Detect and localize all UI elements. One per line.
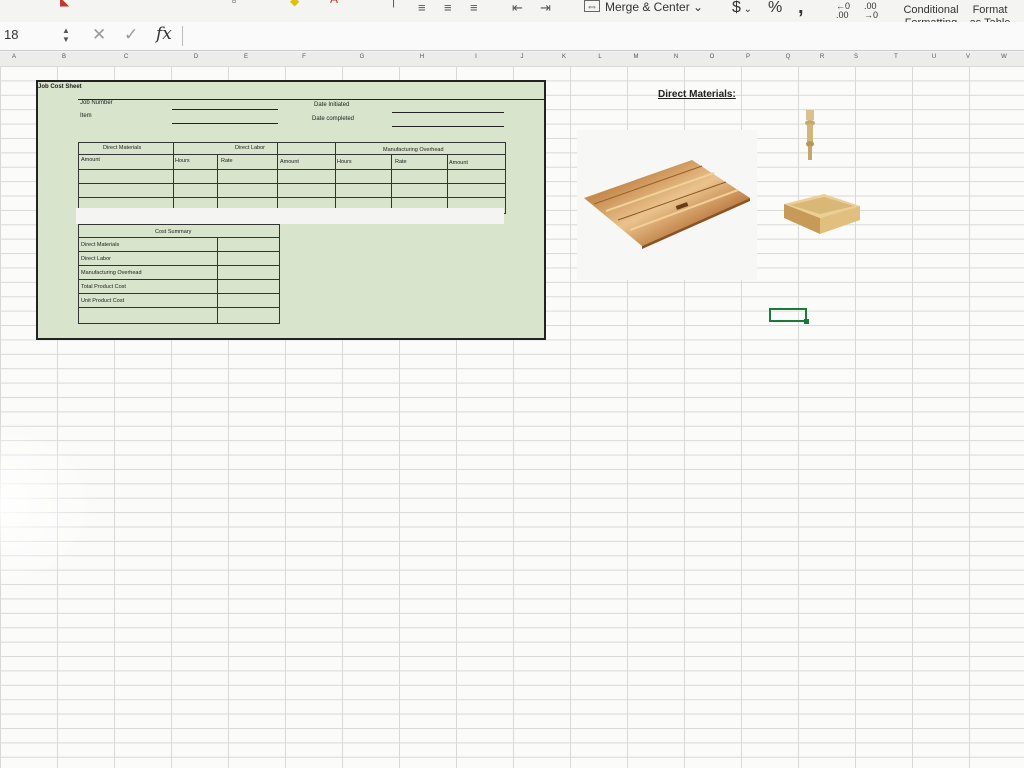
column-header-cell: Amount bbox=[81, 157, 100, 163]
table-leg-image[interactable] bbox=[801, 110, 819, 162]
job-cost-sheet: Job Cost Sheet Job Number Item Date Init… bbox=[36, 80, 546, 340]
summary-row-label: Unit Product Cost bbox=[81, 298, 125, 304]
column-header-cell: Hours bbox=[337, 159, 352, 165]
merge-center-button[interactable]: Merge & Center ⌄ bbox=[605, 0, 703, 14]
align-right-icon[interactable]: ≡ bbox=[470, 0, 478, 15]
screen-glare bbox=[0, 420, 100, 590]
butcher-block-board-image[interactable] bbox=[582, 158, 754, 250]
decrease-indent-icon[interactable]: ⇤ bbox=[512, 0, 523, 16]
manufacturing-overhead-group-header: Manufacturing Overhead bbox=[383, 147, 444, 153]
column-header-i[interactable]: I bbox=[456, 54, 496, 60]
summary-row-label: Direct Materials bbox=[81, 242, 120, 248]
column-header-v[interactable]: V bbox=[948, 54, 988, 60]
date-initiated-label: Date Initiated bbox=[314, 102, 350, 108]
column-header-c[interactable]: C bbox=[106, 54, 146, 60]
summary-row-label: Direct Labor bbox=[81, 256, 111, 262]
column-header-cell: Hours bbox=[175, 158, 190, 164]
column-header-k[interactable]: K bbox=[544, 54, 584, 60]
direct-materials-group-header: Direct Materials bbox=[103, 145, 142, 151]
orientation-icon[interactable]: | bbox=[392, 0, 395, 8]
item-field[interactable] bbox=[172, 123, 278, 124]
job-number-label: Job Number bbox=[80, 100, 113, 106]
column-header-d[interactable]: D bbox=[176, 54, 216, 60]
column-header-f[interactable]: F bbox=[284, 54, 324, 60]
column-header-j[interactable]: J bbox=[502, 54, 542, 60]
item-label: Item bbox=[80, 113, 92, 119]
active-cell-selection[interactable] bbox=[769, 308, 807, 322]
cancel-icon[interactable]: ✕ bbox=[92, 25, 106, 45]
align-left-icon[interactable]: ≡ bbox=[418, 0, 426, 15]
text-color-icon[interactable]: A bbox=[330, 0, 338, 6]
insert-function-icon[interactable]: fx bbox=[156, 24, 172, 44]
fill-handle[interactable] bbox=[804, 319, 809, 324]
percent-button[interactable]: % bbox=[768, 0, 782, 17]
align-center-icon[interactable]: ≡ bbox=[444, 0, 452, 15]
header-rule bbox=[78, 99, 544, 100]
column-header-t[interactable]: T bbox=[876, 54, 916, 60]
column-header-w[interactable]: W bbox=[984, 54, 1024, 60]
column-header-g[interactable]: G bbox=[342, 54, 382, 60]
column-header-e[interactable]: E bbox=[226, 54, 266, 60]
column-header-m[interactable]: M bbox=[616, 54, 656, 60]
wooden-drawer-image[interactable] bbox=[782, 192, 862, 236]
column-header-o[interactable]: O bbox=[692, 54, 732, 60]
direct-materials-title: Direct Materials: bbox=[658, 89, 736, 100]
confirm-icon[interactable]: ✓ bbox=[124, 25, 138, 45]
column-header-cell: Rate bbox=[395, 159, 407, 165]
merge-center-icon[interactable]: ⇔ bbox=[584, 0, 600, 12]
date-completed-field[interactable] bbox=[392, 126, 504, 127]
cost-detail-table: Direct Materials Direct Labor Manufactur… bbox=[78, 142, 506, 214]
column-header-h[interactable]: H bbox=[402, 54, 442, 60]
border-icon[interactable]: ▫ bbox=[232, 0, 236, 8]
column-header-p[interactable]: P bbox=[728, 54, 768, 60]
font-color-icon[interactable]: ◣ bbox=[60, 0, 69, 8]
name-box[interactable]: 18 bbox=[4, 27, 18, 42]
ribbon-toolbar: ◣ ▫ ◆ A | ≡ ≡ ≡ ⇤ ⇥ ⇔ Merge & Center ⌄ $… bbox=[0, 0, 1024, 29]
formula-bar-divider bbox=[182, 26, 183, 46]
currency-button[interactable]: $ ⌄ bbox=[732, 0, 752, 17]
column-header-cell: Rate bbox=[221, 158, 233, 164]
decrease-decimal-button[interactable]: .00 →0 bbox=[864, 2, 886, 20]
name-box-stepper-icon[interactable]: ▲ ▼ bbox=[62, 26, 70, 44]
date-initiated-field[interactable] bbox=[392, 112, 504, 113]
spacer-band bbox=[76, 208, 504, 224]
comma-style-button[interactable]: , bbox=[798, 0, 804, 19]
formula-bar: 18 ▲ ▼ ✕ ✓ fx bbox=[0, 22, 1024, 51]
job-number-field[interactable] bbox=[172, 109, 278, 110]
column-header-cell: Amount bbox=[449, 160, 468, 166]
column-header-n[interactable]: N bbox=[656, 54, 696, 60]
job-cost-sheet-title: Job Cost Sheet bbox=[38, 84, 82, 90]
column-header-l[interactable]: L bbox=[580, 54, 620, 60]
column-header-row: ABCDEFGHIJKLMNOPQRSTUVW bbox=[0, 52, 1024, 67]
direct-labor-group-header: Direct Labor bbox=[235, 145, 265, 151]
summary-row-label: Manufacturing Overhead bbox=[81, 270, 142, 276]
cost-summary-table: Cost Summary Direct Materials Direct Lab… bbox=[78, 224, 280, 324]
column-header-b[interactable]: B bbox=[44, 54, 84, 60]
increase-decimal-button[interactable]: ←0 .00 bbox=[836, 2, 858, 20]
increase-indent-icon[interactable]: ⇥ bbox=[540, 0, 551, 16]
summary-row-label: Total Product Cost bbox=[81, 284, 126, 290]
date-completed-label: Date completed bbox=[312, 116, 355, 122]
cost-summary-title: Cost Summary bbox=[155, 229, 192, 235]
fill-color-icon[interactable]: ◆ bbox=[290, 0, 299, 8]
column-header-a[interactable]: A bbox=[0, 54, 34, 60]
column-header-s[interactable]: S bbox=[836, 54, 876, 60]
column-header-cell: Amount bbox=[280, 159, 299, 165]
